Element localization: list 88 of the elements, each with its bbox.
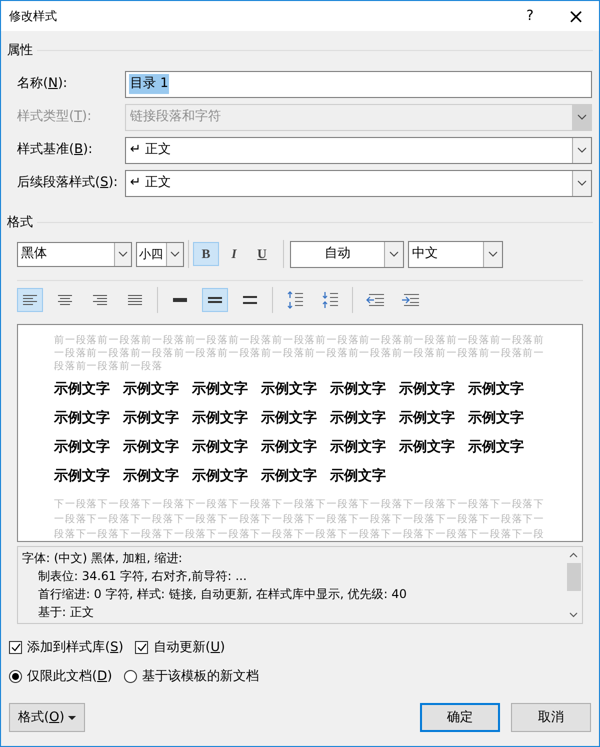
size-dropdown[interactable]: 小四 [136,242,184,266]
preview-text: 一段落前一段落前一段落前一段落前一段落前一段落前一段落前一段落前一段落前一段落前一段落前一 [54,347,544,360]
line-spacing-button[interactable] [202,288,228,312]
indent-increase-icon [401,294,419,306]
checkbox[interactable] [135,641,148,654]
indent-decrease-icon [366,294,384,306]
sample-text: 示例文字 [399,408,456,428]
align-right-icon [93,294,107,306]
description-text: 字体: (中文) 黑体, 加粗, 缩进: [22,550,182,567]
chevron-down-icon [577,180,587,186]
ok-button[interactable]: 确定 [420,703,500,732]
chevron-down-icon [488,251,498,257]
sample-text: 示例文字 [330,438,387,457]
caret-icon [68,716,76,720]
close-button[interactable]: × [553,1,599,31]
sample-text: 示例文字 [192,408,249,428]
chevron-down-icon [577,114,587,120]
preview-text: 下一段落下一段落下一段落下一段落下一段落下一段落下一段落下一段落下一段落下一段落下一段落下 [54,498,544,512]
chevron-down-icon [389,251,399,257]
sample-text: 示例文字 [54,408,111,428]
language-dropdown[interactable]: 中文 [408,240,503,268]
chevron-down-icon [577,147,587,153]
sample-text: 示例文字 [330,380,387,399]
name-field[interactable]: 目录 1 [125,70,592,98]
dropdown[interactable]: ↵ 正文 [125,136,592,164]
section-heading: 属性 [7,42,33,60]
sample-text: 示例文字 [261,380,318,399]
sample-text: 示例文字 [123,438,180,457]
bold-button[interactable]: B [193,242,219,266]
align-button[interactable] [17,288,43,312]
font-dropdown[interactable]: 黑体 [17,242,132,266]
format-menu-button[interactable]: 格式(O) [9,703,86,732]
color-dropdown[interactable]: 自动 [290,240,404,268]
radio-label: 仅限此文档(D) [27,668,112,686]
radio-button[interactable] [124,670,138,683]
italic-button[interactable]: I [221,242,247,266]
line-spacing-icon [208,294,222,306]
description-text: 首行缩进: 0 字符, 样式: 链接, 自动更新, 在样式库中显示, 优先级: 40 [37,586,407,603]
preview-text: 段落前一段落前一段落 [54,360,163,373]
sample-text: 示例文字 [330,408,387,428]
align-left-icon [23,294,37,306]
sample-text: 示例文字 [123,380,180,399]
sample-text: 示例文字 [261,408,318,428]
line-spacing-icon [243,294,257,306]
field-label: 名称(N): [17,75,68,94]
checkmark-icon [136,643,147,652]
window-title: 修改样式 [9,8,58,25]
sample-text: 示例文字 [399,380,456,399]
checkbox-label: 添加到样式库(S) [27,639,124,657]
underline-button[interactable]: U [249,242,275,266]
checkbox[interactable] [9,641,22,654]
field-label: 样式类型(T): [17,108,92,126]
checkmark-icon [10,643,20,652]
help-button[interactable]: ? [507,1,553,31]
sample-text: 示例文字 [330,466,387,486]
sample-text: 示例文字 [468,380,525,399]
spacing-decrease-icon [287,291,303,309]
field-label: 后续段落样式(S): [17,174,119,192]
justify-icon [128,294,142,306]
field-label: 样式基准(B): [17,141,94,160]
sample-text: 示例文字 [192,466,249,486]
sample-text: 示例文字 [192,438,249,457]
sample-text: 示例文字 [468,438,525,457]
cancel-button[interactable]: 取消 [511,703,591,732]
sample-text: 示例文字 [123,408,180,428]
sample-text: 示例文字 [261,438,318,457]
align-center-icon [58,294,72,306]
preview-text: 一段落下一段落下一段落下一段落下一段落下一段落下一段落下一段落下一段落下一段落下一段落下一 [54,512,544,527]
sample-text: 示例文字 [54,466,111,486]
preview-text: 段落下一段落下一段落下一段落下一段落下一段落下一段落下一段落下一段落下一段落下一段落下一段 [54,528,544,541]
sample-text: 示例文字 [192,380,249,399]
preview-text: 前一段落前一段落前一段落前一段落前一段落前一段落前一段落前一段落前一段落前一段落前一段落前 [54,334,544,347]
chevron-down-icon [170,251,180,257]
section-heading: 格式 [7,214,33,232]
radio-label: 基于该模板的新文档 [142,668,260,686]
chevron-down-icon [118,251,128,257]
dropdown[interactable]: ↵ 正文 [125,170,592,196]
sample-text: 示例文字 [261,466,318,486]
sample-text: 示例文字 [54,380,111,399]
spacing-increase-icon [322,291,338,309]
description-text: 制表位: 34.61 字符, 右对齐,前导符: ... [37,568,247,585]
sample-text: 示例文字 [123,466,180,486]
sample-text: 示例文字 [468,408,525,428]
radio-button[interactable] [9,670,22,683]
sample-text: 示例文字 [399,438,456,457]
sample-text: 示例文字 [54,438,111,457]
checkbox-label: 自动更新(U) [153,639,226,657]
description-text: 基于: 正文 [37,604,94,621]
